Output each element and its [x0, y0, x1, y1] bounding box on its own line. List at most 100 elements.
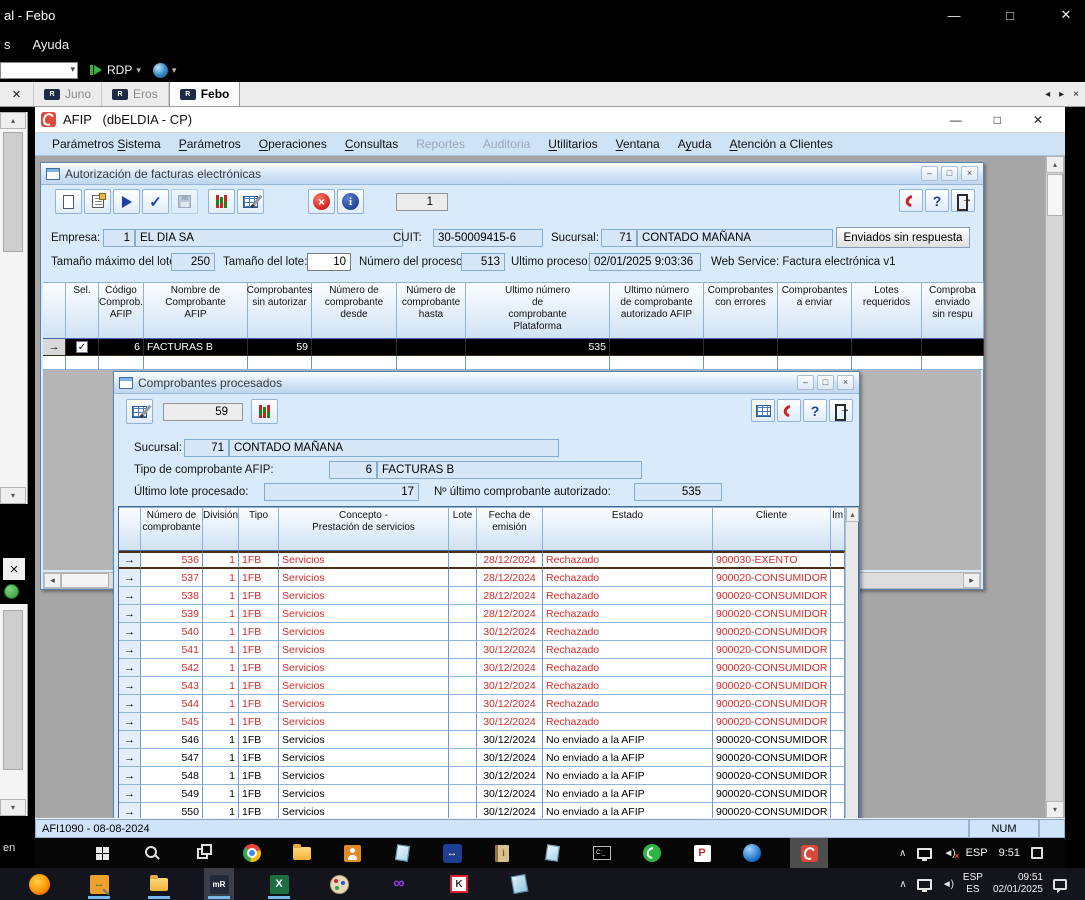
host-close-button[interactable]: ✕: [1055, 7, 1077, 23]
notification-icon[interactable]: [1053, 879, 1067, 890]
grid-view-button[interactable]: [751, 399, 775, 422]
scroll-down-icon[interactable]: ▾: [0, 799, 26, 816]
cancel-button[interactable]: [308, 189, 335, 214]
win1-minimize-button[interactable]: [921, 166, 938, 181]
cmd-icon[interactable]: [590, 838, 614, 868]
search-icon[interactable]: [140, 838, 164, 868]
tab-juno[interactable]: Juno: [34, 82, 102, 106]
edge-icon[interactable]: [740, 838, 764, 868]
w1-cell-0[interactable]: [66, 339, 99, 356]
network-icon[interactable]: [917, 848, 932, 859]
win1-titlebar[interactable]: Autorización de facturas electrónicas: [41, 163, 983, 185]
scroll-up-icon[interactable]: ▴: [1046, 156, 1064, 173]
tab-close-all-icon[interactable]: ×: [1073, 89, 1079, 100]
host-maximize-button[interactable]: □: [999, 8, 1021, 23]
file-explorer-icon[interactable]: [290, 838, 314, 868]
host-minimize-button[interactable]: —: [943, 8, 965, 23]
info-button[interactable]: [337, 189, 364, 214]
invoice-row-545[interactable]: 54511FBServicios30/12/2024Rechazado90002…: [119, 713, 858, 731]
menu-consultas[interactable]: Consultas: [336, 137, 407, 151]
properties-button[interactable]: [84, 189, 111, 214]
menu-atencion-a-clientes[interactable]: Atención a Clientes: [721, 137, 842, 151]
firefox-icon[interactable]: [24, 868, 54, 900]
connect-play-icon[interactable]: [94, 65, 102, 75]
volume-muted-icon[interactable]: [943, 848, 954, 859]
invoice-row-547[interactable]: 54711FBServicios30/12/2024No enviado a l…: [119, 749, 858, 767]
notepad2-icon[interactable]: [504, 868, 534, 900]
tab-scroll-right-icon[interactable]: ▸: [1059, 89, 1064, 100]
paint-icon[interactable]: [324, 868, 354, 900]
excel-icon[interactable]: [264, 868, 294, 900]
win2-close-button[interactable]: [837, 375, 854, 390]
host-side-scrollbar[interactable]: ▴ ▾: [0, 112, 28, 504]
scroll-right-icon[interactable]: ▸: [963, 573, 980, 588]
pervasive-icon[interactable]: [690, 838, 714, 868]
tray-expand-icon[interactable]: [899, 847, 906, 859]
invoice-row-541[interactable]: 54111FBServicios30/12/2024Rechazado90002…: [119, 641, 858, 659]
task-view-icon[interactable]: [190, 838, 214, 868]
scrollbar-thumb[interactable]: [3, 132, 23, 252]
afip-app-icon[interactable]: [790, 838, 828, 868]
win2-maximize-button[interactable]: [817, 375, 834, 390]
organize-button[interactable]: [208, 189, 235, 214]
host-titlebar[interactable]: al - Febo — □ ✕: [0, 0, 1085, 30]
invoice-row-550[interactable]: 55011FBServicios30/12/2024No enviado a l…: [119, 803, 858, 818]
afip-restore-button[interactable]: □: [994, 113, 1001, 127]
scroll-down-icon[interactable]: ▾: [1046, 801, 1064, 818]
clock[interactable]: 09:51 02/01/2025: [993, 872, 1043, 897]
invoice-row-538[interactable]: 53811FBServicios28/12/2024Rechazado90002…: [119, 587, 858, 605]
notes-icon[interactable]: [390, 838, 414, 868]
scrollbar-thumb[interactable]: [61, 573, 109, 588]
host-menu-partial[interactable]: s: [0, 37, 11, 52]
invoice-row-544[interactable]: 54411FBServicios30/12/2024Rechazado90002…: [119, 695, 858, 713]
file-explorer-icon[interactable]: [144, 868, 174, 900]
visual-studio-icon[interactable]: [384, 868, 414, 900]
afip-titlebar[interactable]: AFIP (dbELDIA - CP) — □ ✕: [35, 107, 1065, 133]
teamviewer-icon[interactable]: [440, 838, 464, 868]
win2-titlebar[interactable]: Comprobantes procesados: [114, 372, 859, 394]
menu-utilitarios[interactable]: Utilitarios: [539, 137, 606, 151]
invoice-row-536[interactable]: 53611FBServicios28/12/2024Rechazado90003…: [119, 551, 858, 569]
invoice-row-549[interactable]: 54911FBServicios30/12/2024No enviado a l…: [119, 785, 858, 803]
invoice-row-543[interactable]: 54311FBServicios30/12/2024Rechazado90002…: [119, 677, 858, 695]
invoice-row-542[interactable]: 54211FBServicios30/12/2024Rechazado90002…: [119, 659, 858, 677]
afip-close-button[interactable]: ✕: [1033, 113, 1043, 127]
scrollbar-thumb[interactable]: [3, 610, 23, 770]
tab-eros[interactable]: Eros: [102, 82, 169, 106]
host-side-scrollbar-2[interactable]: ▾: [0, 604, 28, 816]
tab-scroll-left-icon[interactable]: ◂: [1045, 89, 1050, 100]
organize-button[interactable]: [251, 399, 278, 424]
selection-checkbox[interactable]: [76, 341, 88, 353]
save-button[interactable]: [171, 189, 198, 214]
scroll-up-icon[interactable]: ▴: [0, 112, 26, 129]
exit-button[interactable]: [951, 189, 975, 212]
user-app-icon[interactable]: [340, 838, 364, 868]
host-menu-ayuda[interactable]: Ayuda: [29, 37, 70, 52]
invoice-row-537[interactable]: 53711FBServicios28/12/2024Rechazado90002…: [119, 569, 858, 587]
win1-selected-row[interactable]: 6FACTURAS B59535: [43, 339, 984, 356]
mremoteng-icon[interactable]: [204, 868, 234, 900]
win2-vertical-scrollbar[interactable]: ▴: [845, 507, 858, 818]
scrollbar-thumb[interactable]: [1047, 174, 1063, 216]
volume-icon[interactable]: [942, 879, 953, 890]
grid-edit-button[interactable]: [126, 399, 153, 424]
menu-parametros-sistema[interactable]: Parámetros Sistema: [43, 137, 170, 151]
invoice-row-539[interactable]: 53911FBServicios28/12/2024Rechazado90002…: [119, 605, 858, 623]
help-button[interactable]: [803, 399, 827, 422]
scroll-up-icon[interactable]: ▴: [846, 507, 859, 522]
help-button[interactable]: [925, 189, 949, 212]
menu-ayuda[interactable]: Ayuda: [669, 137, 721, 151]
rdp-dropdown-arrow[interactable]: ▾: [136, 65, 141, 76]
network-icon[interactable]: [917, 879, 932, 890]
confirm-button[interactable]: [142, 189, 169, 214]
win1-maximize-button[interactable]: [941, 166, 958, 181]
menu-ventana[interactable]: Ventana: [607, 137, 669, 151]
support-phone-button[interactable]: [777, 399, 801, 422]
enviados-sin-respuesta-button[interactable]: Enviados sin respuesta: [836, 227, 970, 248]
menu-operaciones[interactable]: Operaciones: [250, 137, 336, 151]
exit-button[interactable]: [829, 399, 853, 422]
support-tool-icon[interactable]: [84, 868, 114, 900]
whatsapp-icon[interactable]: [640, 838, 664, 868]
win1-close-button[interactable]: [961, 166, 978, 181]
address-book-icon[interactable]: [490, 838, 514, 868]
